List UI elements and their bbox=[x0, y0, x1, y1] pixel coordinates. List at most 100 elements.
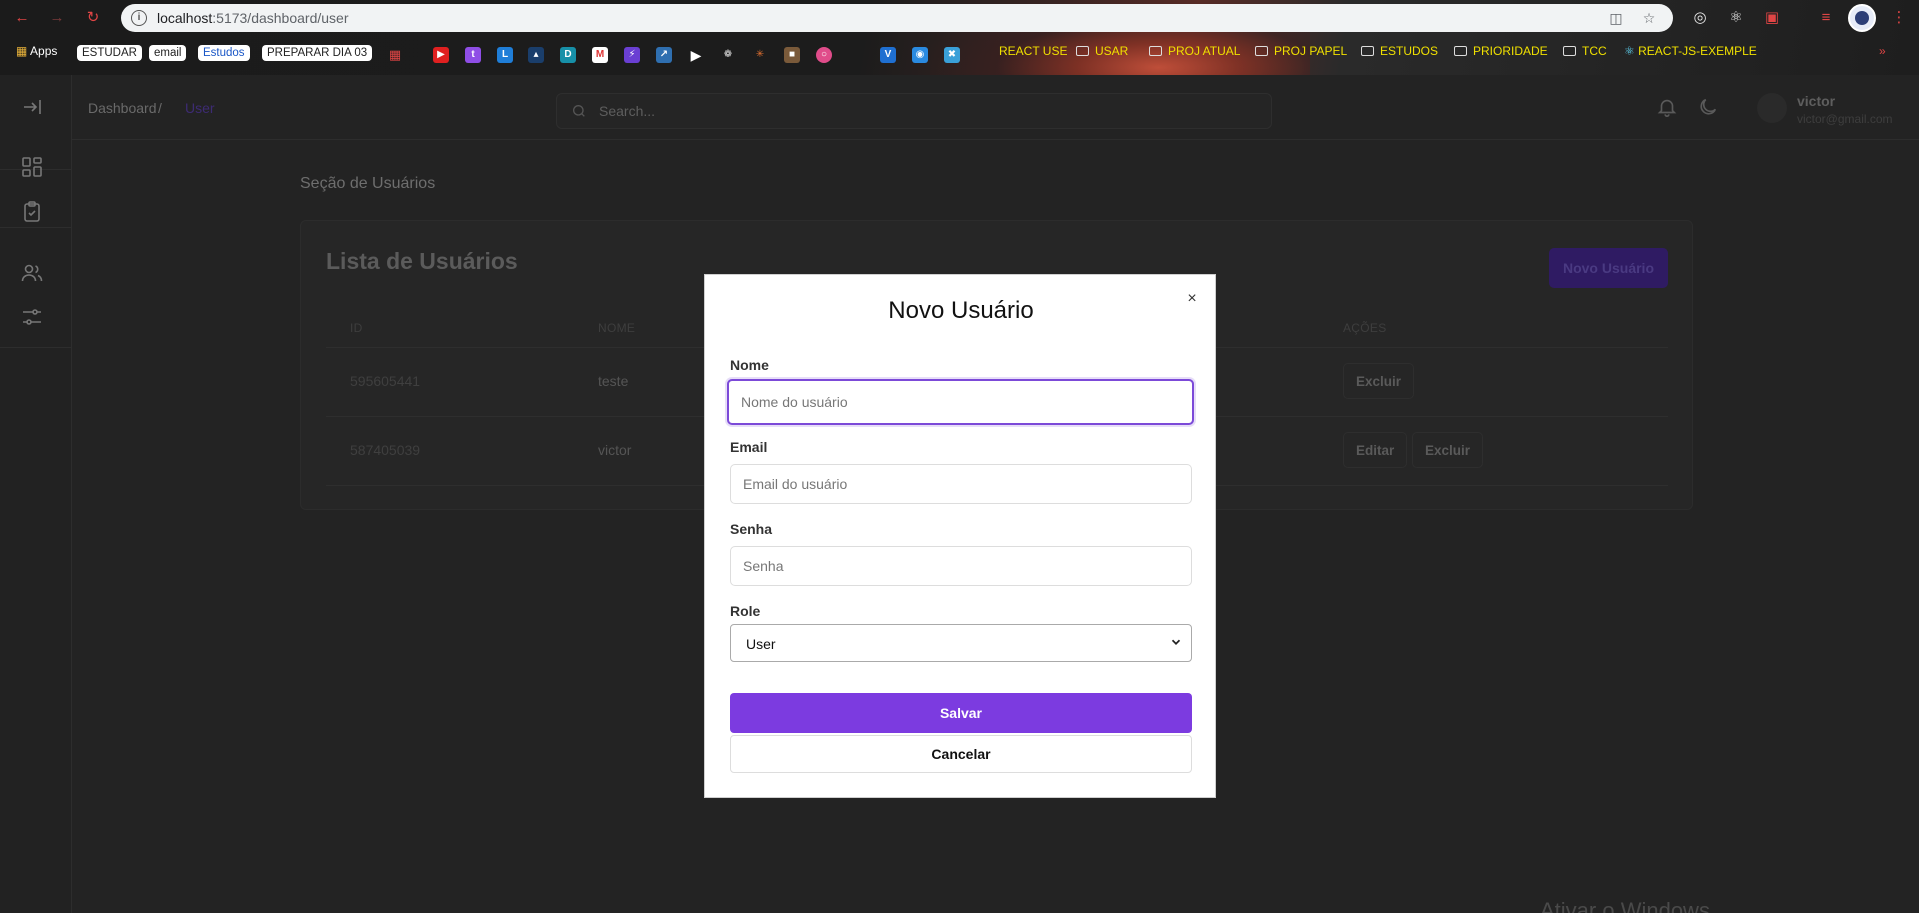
name-input[interactable] bbox=[727, 379, 1194, 425]
cancel-button[interactable]: Cancelar bbox=[730, 735, 1192, 773]
tools-site-icon[interactable]: ✖ bbox=[944, 47, 960, 63]
bot-site-icon[interactable]: ◉ bbox=[912, 47, 928, 63]
extension-target-icon[interactable]: ◎ bbox=[1689, 7, 1711, 29]
bookmark-folder-tcc[interactable]: TCC bbox=[1563, 44, 1607, 58]
bookmark-folder-proj-atual[interactable]: PROJ ATUAL bbox=[1149, 44, 1240, 58]
delete-button[interactable]: Excluir bbox=[1412, 432, 1484, 468]
bookmark-email[interactable]: email bbox=[149, 45, 187, 61]
address-bar[interactable]: i localhost:5173/dashboard/user ◫ ☆ bbox=[121, 4, 1673, 32]
windows-activation-watermark: Ativar o Windows bbox=[1540, 898, 1710, 913]
email-input[interactable] bbox=[730, 464, 1192, 504]
bookmark-estudar[interactable]: ESTUDAR bbox=[77, 45, 142, 61]
bookmark-react-use[interactable]: REACT USE bbox=[999, 44, 1067, 58]
column-header-actions: AÇÕES bbox=[1343, 321, 1387, 335]
reading-list-icon[interactable]: ≡ bbox=[1815, 7, 1837, 29]
moon-icon[interactable] bbox=[1697, 96, 1719, 118]
claude-icon[interactable]: ✳ bbox=[752, 47, 768, 63]
search-box bbox=[556, 93, 1272, 129]
clipboard-check-icon[interactable] bbox=[20, 200, 44, 224]
reload-icon[interactable]: ↻ bbox=[83, 8, 103, 28]
sidebar-divider bbox=[0, 227, 72, 228]
bookmark-react-js-exemple[interactable]: ⚛ REACT-JS-EXEMPLE bbox=[1624, 44, 1757, 58]
edit-button[interactable]: Editar bbox=[1343, 432, 1408, 468]
breadcrumb-current: User bbox=[185, 100, 215, 116]
grid-site-icon[interactable]: ▦ bbox=[387, 47, 403, 63]
email-label: Email bbox=[730, 439, 768, 455]
bookmark-star-icon[interactable]: ☆ bbox=[1640, 9, 1658, 27]
bookmark-folder-prioridade[interactable]: PRIORIDADE bbox=[1454, 44, 1548, 58]
url-text[interactable]: localhost:5173/dashboard/user bbox=[157, 10, 348, 26]
l-site-icon[interactable]: L bbox=[497, 47, 513, 63]
row-name: teste bbox=[598, 373, 629, 389]
folder-icon bbox=[1149, 46, 1162, 56]
role-select-value: User bbox=[746, 636, 776, 652]
column-header-id: ID bbox=[350, 321, 363, 335]
role-label: Role bbox=[730, 603, 761, 619]
profile-avatar[interactable] bbox=[1848, 4, 1876, 32]
folder-icon bbox=[1255, 46, 1268, 56]
row-id: 587405039 bbox=[350, 442, 421, 458]
delete-button[interactable]: Excluir bbox=[1343, 363, 1415, 399]
user-avatar[interactable] bbox=[1757, 93, 1787, 123]
translate-icon[interactable]: ◫ bbox=[1607, 9, 1625, 27]
bell-icon[interactable] bbox=[1656, 96, 1678, 118]
apps-grid-icon: ▦ bbox=[16, 44, 28, 58]
top-bar: Dashboard / User victor victor@gmail.com bbox=[72, 75, 1919, 140]
forward-arrow-icon[interactable]: → bbox=[47, 8, 67, 28]
card-title: Lista de Usuários bbox=[326, 248, 518, 274]
section-title: Seção de Usuários bbox=[300, 175, 436, 192]
breadcrumb-separator: / bbox=[158, 100, 162, 116]
user-email: victor@gmail.com bbox=[1797, 112, 1893, 126]
folder-icon bbox=[1563, 46, 1576, 56]
dribbble-icon[interactable]: ○ bbox=[816, 47, 832, 63]
chart-site-icon[interactable]: ↗ bbox=[656, 47, 672, 63]
row-id: 595605441 bbox=[350, 373, 421, 389]
save-button[interactable]: Salvar bbox=[730, 693, 1192, 733]
bookmark-folder-usar[interactable]: USAR bbox=[1076, 44, 1128, 58]
bookmark-apps[interactable]: ▦ Apps bbox=[16, 44, 57, 58]
extension-react-icon[interactable]: ⚛ bbox=[1725, 7, 1747, 29]
collapse-sidebar-icon[interactable] bbox=[20, 95, 44, 119]
settings-sliders-icon[interactable] bbox=[20, 305, 44, 329]
extensions-puzzle-icon[interactable]: ▣ bbox=[1761, 7, 1783, 29]
bookmark-folder-estudos[interactable]: ESTUDOS bbox=[1361, 44, 1438, 58]
play-icon[interactable]: ▶ bbox=[688, 47, 704, 63]
column-header-name: NOME bbox=[598, 321, 636, 335]
role-select[interactable]: User bbox=[730, 624, 1192, 662]
gmail-icon[interactable]: M bbox=[592, 47, 608, 63]
browser-menu-icon[interactable]: ⋮ bbox=[1888, 7, 1910, 29]
d-site-icon[interactable]: D bbox=[560, 47, 576, 63]
dashboard-grid-icon[interactable] bbox=[20, 155, 44, 179]
twitch-icon[interactable]: t bbox=[465, 47, 481, 63]
more-bookmarks-icon[interactable]: » bbox=[1879, 44, 1886, 58]
bookmark-folder-proj-papel[interactable]: PROJ PAPEL bbox=[1255, 44, 1347, 58]
sidebar bbox=[0, 75, 72, 913]
react-icon: ⚛ bbox=[1624, 44, 1635, 58]
bolt-site-icon[interactable]: ⚡ bbox=[624, 47, 640, 63]
new-user-modal: × Novo Usuário Nome Email Senha Role Use… bbox=[704, 274, 1216, 798]
site-info-icon[interactable]: i bbox=[131, 10, 147, 26]
bookmarks-bar: ▦ Apps ESTUDAR email Estudos PREPARAR DI… bbox=[0, 40, 1919, 68]
new-user-button[interactable]: Novo Usuário bbox=[1549, 248, 1668, 288]
folder-icon bbox=[1454, 46, 1467, 56]
chevron-down-icon bbox=[1171, 639, 1181, 645]
modal-title: Novo Usuário bbox=[888, 297, 1034, 324]
photo-site-icon[interactable]: ■ bbox=[784, 47, 800, 63]
sidebar-divider bbox=[0, 347, 72, 348]
users-icon[interactable] bbox=[20, 261, 44, 285]
youtube-icon[interactable]: ▶ bbox=[433, 47, 449, 63]
breadcrumb-dashboard[interactable]: Dashboard bbox=[88, 100, 157, 116]
search-icon bbox=[573, 105, 585, 117]
search-input[interactable] bbox=[599, 103, 1199, 119]
openai-icon[interactable]: ❁ bbox=[720, 47, 736, 63]
password-input[interactable] bbox=[730, 546, 1192, 586]
user-name[interactable]: victor bbox=[1797, 93, 1835, 109]
bookmark-preparar[interactable]: PREPARAR DIA 03 bbox=[262, 45, 373, 61]
bookmark-estudos-pill[interactable]: Estudos bbox=[198, 45, 250, 61]
name-label: Nome bbox=[730, 357, 769, 373]
shield-site-icon[interactable]: ▴ bbox=[528, 47, 544, 63]
back-arrow-icon[interactable]: ← bbox=[12, 8, 32, 28]
v-site-icon[interactable]: V bbox=[880, 47, 896, 63]
folder-icon bbox=[1361, 46, 1374, 56]
folder-icon bbox=[1076, 46, 1089, 56]
